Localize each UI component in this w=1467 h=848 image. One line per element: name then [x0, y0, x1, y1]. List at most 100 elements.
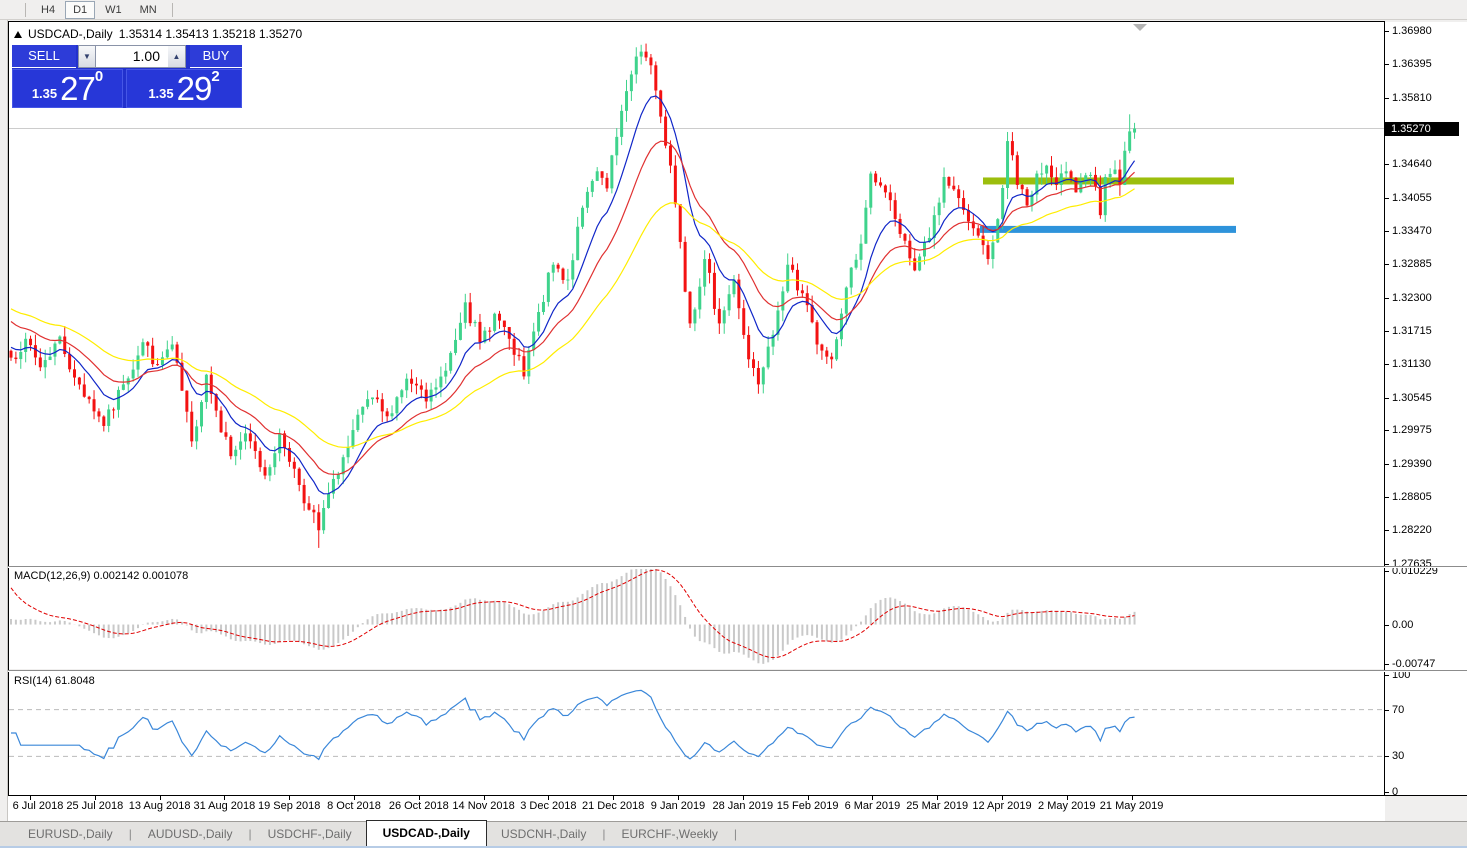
- current-price-tag: 1.35270: [1385, 122, 1459, 136]
- date-tick-label: 28 Jan 2019: [713, 800, 774, 812]
- date-tick-label: 31 Aug 2018: [193, 800, 255, 812]
- date-tick-label: 13 Aug 2018: [129, 800, 191, 812]
- price-axis-label: 1.32885: [1392, 258, 1432, 270]
- price-axis-label: 1.35810: [1392, 92, 1432, 104]
- support-zone: [980, 226, 1236, 233]
- date-tick-label: 25 Jul 2018: [66, 800, 123, 812]
- axis-tick: [1385, 164, 1389, 165]
- ma-mid: [11, 141, 1135, 474]
- tab-separator: |: [247, 823, 254, 846]
- buy-button[interactable]: BUY: [190, 45, 242, 68]
- axis-tick: [1385, 98, 1389, 99]
- date-tick-label: 8 Oct 2018: [327, 800, 381, 812]
- timeframe-button-mn[interactable]: MN: [132, 1, 165, 19]
- sell-price-small: 1.35: [32, 84, 57, 104]
- axis-tick: [1385, 710, 1389, 711]
- tab-eurchf[interactable]: EURCHF-,Weekly: [607, 823, 731, 846]
- tab-audusd[interactable]: AUDUSD-,Daily: [134, 823, 247, 846]
- axis-tick: [1385, 298, 1389, 299]
- price-axis[interactable]: 1.369801.363951.358101.346401.340551.334…: [1385, 22, 1467, 795]
- buy-price-display[interactable]: 1.35 29 2: [126, 69, 242, 108]
- date-tick-label: 3 Dec 2018: [520, 800, 576, 812]
- price-axis-label: 1.34055: [1392, 192, 1432, 204]
- toolbar-separator: [25, 3, 26, 17]
- price-axis-label: 1.28805: [1392, 491, 1432, 503]
- chart-symbol-period: USDCAD-,Daily: [28, 27, 113, 41]
- price-axis-label: 1.30545: [1392, 392, 1432, 404]
- date-tick-label: 9 Jan 2019: [651, 800, 705, 812]
- macd-label: MACD(12,26,9) 0.002142 0.001078: [14, 570, 188, 582]
- tab-separator: |: [600, 823, 607, 846]
- date-axis[interactable]: 6 Jul 201825 Jul 2018 13 Aug 201831 Aug 2…: [8, 796, 1385, 821]
- volume-input[interactable]: 1.00: [96, 45, 168, 68]
- price-axis-label: 1.34640: [1392, 158, 1432, 170]
- window-left-gutter: [0, 20, 8, 848]
- axis-tick: [1385, 64, 1389, 65]
- price-axis-label: 1.29390: [1392, 458, 1432, 470]
- buy-price-pip: 2: [211, 72, 219, 82]
- price-axis-label: 1.31130: [1392, 358, 1431, 370]
- date-tick-label: 12 Apr 2019: [972, 800, 1031, 812]
- axis-tick: [1385, 398, 1389, 399]
- axis-tick: [1385, 571, 1389, 572]
- rsi-indicator-canvas[interactable]: [9, 672, 1385, 794]
- rsi-axis-label: 70: [1392, 704, 1404, 716]
- axis-tick: [1385, 331, 1389, 332]
- macd-axis-label: 0.00: [1392, 619, 1413, 631]
- rsi-label: RSI(14) 61.8048: [14, 675, 95, 687]
- chart-title: USDCAD-,Daily 1.35314 1.35413 1.35218 1.…: [14, 27, 302, 41]
- price-axis-label: 1.31715: [1392, 325, 1432, 337]
- axis-tick: [1385, 364, 1389, 365]
- axis-tick: [1385, 625, 1389, 626]
- axis-tick: [1385, 430, 1389, 431]
- axis-tick: [1385, 497, 1389, 498]
- timeframe-button-w1[interactable]: W1: [97, 1, 130, 19]
- sell-button[interactable]: SELL: [12, 45, 76, 68]
- panel-separator[interactable]: [8, 670, 1467, 672]
- chart-quotes: 1.35314 1.35413 1.35218 1.35270: [119, 27, 303, 41]
- rsi-axis-label: 30: [1392, 750, 1404, 762]
- axis-tick: [1385, 564, 1389, 565]
- axis-tick: [1385, 231, 1389, 232]
- symbol-expand-icon: [14, 31, 22, 38]
- sell-price-big: 27: [60, 74, 95, 104]
- ma-fast: [11, 96, 1135, 494]
- price-axis-label: 1.28220: [1392, 524, 1432, 536]
- price-axis-label: 1.36395: [1392, 58, 1432, 70]
- mt4-window: H4D1W1MN USDCAD-,Daily 1.35314 1.35413 1…: [0, 0, 1467, 848]
- sell-price-pip: 0: [95, 72, 103, 82]
- date-tick-label: 2 May 2019: [1038, 800, 1095, 812]
- date-tick-label: 25 Mar 2019: [906, 800, 968, 812]
- date-tick-label: 14 Nov 2018: [452, 800, 514, 812]
- volume-increase-button[interactable]: ▲: [168, 45, 186, 68]
- timeframe-button-d1[interactable]: D1: [65, 1, 95, 19]
- axis-tick: [1385, 675, 1389, 676]
- toolbar-separator: [172, 3, 173, 17]
- buy-price-big: 29: [177, 74, 212, 104]
- one-click-trading-panel: SELL ▼ 1.00 ▲ BUY 1.35 27 0 1.35 29 2: [12, 45, 242, 108]
- axis-tick: [1385, 664, 1389, 665]
- axis-divider: [1384, 22, 1385, 796]
- date-tick-label: 6 Jul 2018: [13, 800, 64, 812]
- axis-tick: [1385, 464, 1389, 465]
- axis-tick: [1385, 792, 1389, 793]
- axis-tick: [1385, 198, 1389, 199]
- timeframe-button-h4[interactable]: H4: [33, 1, 63, 19]
- date-tick-label: 21 May 2019: [1100, 800, 1164, 812]
- tab-eurusd[interactable]: EURUSD-,Daily: [14, 823, 127, 846]
- axis-tick: [1385, 756, 1389, 757]
- volume-decrease-button[interactable]: ▼: [78, 45, 96, 68]
- panel-separator[interactable]: [8, 566, 1467, 568]
- axis-tick: [1385, 530, 1389, 531]
- tab-usdchf[interactable]: USDCHF-,Daily: [254, 823, 366, 846]
- buy-price-small: 1.35: [148, 84, 173, 104]
- sell-price-display[interactable]: 1.35 27 0: [12, 69, 123, 108]
- date-tick-label: 6 Mar 2019: [845, 800, 901, 812]
- tab-usdcad[interactable]: USDCAD-,Daily: [366, 820, 487, 846]
- date-tick-label: 19 Sep 2018: [258, 800, 320, 812]
- macd-indicator-canvas[interactable]: [9, 568, 1385, 669]
- date-tick-label: 26 Oct 2018: [389, 800, 449, 812]
- axis-tick: [1385, 31, 1389, 32]
- tab-usdcnh[interactable]: USDCNH-,Daily: [487, 823, 600, 846]
- axis-tick: [1385, 264, 1389, 265]
